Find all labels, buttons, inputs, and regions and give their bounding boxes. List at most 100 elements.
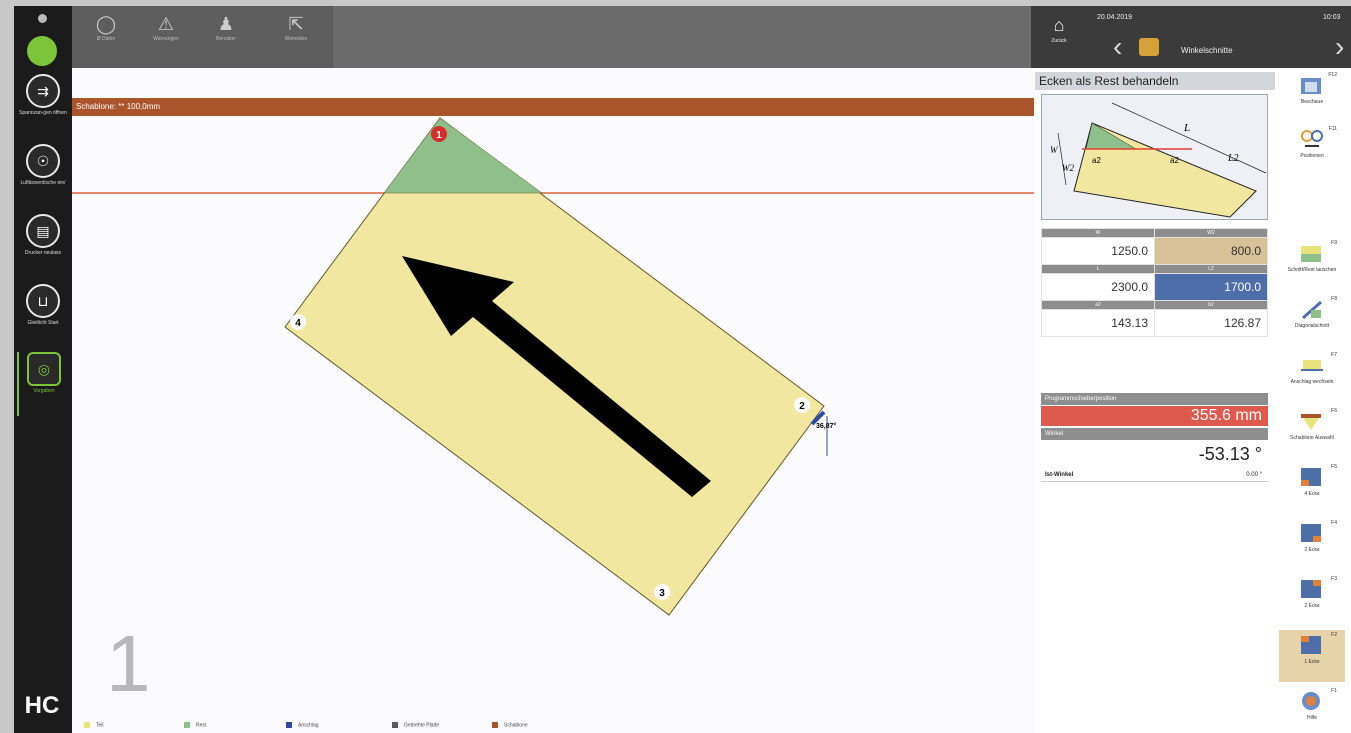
fkey-corner-2[interactable]: F3 2 Ecke: [1279, 574, 1345, 626]
sidebar-item-light[interactable]: ⊔ Gleitlicht Start: [17, 284, 69, 350]
status-green-icon: [27, 36, 57, 66]
template-icon: [1301, 414, 1321, 430]
toolbar-button-label: Warnungen: [153, 36, 179, 42]
header-cell: W2: [1154, 228, 1268, 238]
fkey-number: F7: [1331, 352, 1337, 358]
fkey-number: F9: [1331, 240, 1337, 246]
legend-swatch: [392, 722, 398, 728]
hc-logo: HC: [24, 692, 60, 719]
corner-3-label: 3: [659, 588, 665, 599]
toolbar-button-warnings[interactable]: ⚠ Warnungen: [136, 12, 196, 42]
sidebar-item-air-table[interactable]: ☉ Luftkissentische ein/: [17, 144, 69, 210]
toolbar-button-label: Ø Daten: [96, 36, 116, 42]
nav-next-icon[interactable]: ›: [1335, 32, 1344, 62]
fkey-number: F8: [1331, 296, 1337, 302]
table-row: 1250.0 800.0: [1041, 237, 1268, 265]
fkey-label: Schnitt/Rest tauschen: [1287, 267, 1337, 273]
diagram-svg: L L2 W W2 a2 a2: [1050, 102, 1267, 218]
angle-label: Winkel: [1041, 428, 1268, 440]
fkey-label: 3 Ecke: [1304, 547, 1320, 553]
table-row: 143.13 126.87: [1041, 309, 1268, 337]
legend-item: Anschlag: [286, 722, 319, 728]
home-label: Zurück: [1051, 38, 1067, 44]
toolbar-button-logout[interactable]: ⇱ Abmelden: [266, 12, 326, 42]
time-display: 10:03: [1323, 14, 1341, 21]
nav-panel: ⌂ Zurück 20.04.2019 10:03 ‹ Winkelschnit…: [1031, 6, 1351, 68]
function-key-column: F12 Beschaue F11 Positionen F9 Schnitt/R…: [1277, 68, 1351, 733]
swap-icon: [1301, 246, 1321, 262]
value-cell[interactable]: 143.13: [1041, 309, 1155, 337]
value-cell[interactable]: 800.0: [1154, 237, 1268, 265]
home-button[interactable]: ⌂ Zurück: [1039, 12, 1079, 44]
screen-title: Winkelschnitte: [1181, 46, 1233, 55]
left-sidebar: ⇉ Spannzan-gen öffnen ☉ Luftkissentische…: [14, 6, 72, 733]
toolbar-button-user[interactable]: ♟ Benutzer: [196, 12, 256, 42]
angle-value: -53.13 °: [1198, 444, 1262, 464]
plate-rest: [383, 117, 543, 194]
legend-swatch: [492, 722, 498, 728]
legend-swatch: [84, 722, 90, 728]
value-cell[interactable]: 1250.0: [1041, 237, 1155, 265]
fkey-label: 4 Ecke: [1304, 491, 1320, 497]
corner-4-icon: [1301, 468, 1321, 486]
sidebar-item-label: Spannzan-gen öffnen: [19, 110, 67, 116]
fkey-number: F4: [1331, 520, 1337, 526]
home-icon: ⌂: [1053, 15, 1065, 35]
svg-text:W2: W2: [1062, 163, 1074, 173]
nav-prev-icon[interactable]: ‹: [1113, 32, 1122, 62]
positions-icon: [1301, 130, 1323, 147]
legend-item: Rest: [184, 722, 206, 728]
angle-label: 36,87°: [816, 422, 837, 430]
air-table-icon: ☉: [26, 144, 60, 178]
fkey-label: 2 Ecke: [1304, 603, 1320, 609]
corner-1-label: 1: [436, 130, 442, 141]
fkey-help[interactable]: F1 Hilfe: [1279, 686, 1345, 733]
sidebar-item-printer[interactable]: ▤ Drucker neulass: [17, 214, 69, 280]
svg-text:W: W: [1050, 145, 1059, 155]
sidebar-item-label: Luftkissentische ein/: [20, 180, 66, 186]
corner-1-icon: [1301, 636, 1321, 654]
fkey-diagonal[interactable]: F8 Diagonalschnitt: [1279, 294, 1345, 346]
cutting-drawing: 1 2 3 4 36,87°: [72, 117, 1034, 616]
fkey-number: F5: [1331, 464, 1337, 470]
fkey-number: F3: [1331, 576, 1337, 582]
value-cell[interactable]: 1700.0: [1154, 273, 1268, 301]
fkey-corner-4[interactable]: F5 4 Ecke: [1279, 462, 1345, 514]
fkey-swap[interactable]: F9 Schnitt/Rest tauschen: [1279, 238, 1345, 290]
legend-swatch: [184, 722, 190, 728]
template-bar: Schablone: ** 100,0mm: [72, 98, 1034, 116]
status-indicator: [33, 14, 53, 34]
svg-text:a2: a2: [1170, 156, 1179, 165]
panel-title: Ecken als Rest behandeln: [1035, 72, 1275, 90]
header-cell: W: [1041, 228, 1155, 238]
toolbar-button-data[interactable]: ◯ Ø Daten: [76, 12, 136, 42]
fkey-number: F2: [1331, 632, 1337, 638]
fkey-schablone[interactable]: F6 Schablone Auswahl: [1279, 406, 1345, 458]
sidebar-item-clamps[interactable]: ⇉ Spannzan-gen öffnen: [17, 74, 69, 140]
fkey-label: Anschlag wechseln: [1290, 379, 1334, 385]
legend-label: Teil: [96, 722, 104, 729]
corner-3-icon: [1301, 524, 1321, 542]
toolbar-button-label: Abmelden: [284, 36, 308, 42]
fkey-beschaue[interactable]: F12 Beschaue: [1279, 70, 1345, 122]
fkey-number: F12: [1328, 72, 1337, 78]
value-cell[interactable]: 126.87: [1154, 309, 1268, 337]
toolbar-button-label: Benutzer: [215, 36, 236, 42]
header-cell: L2: [1154, 264, 1268, 274]
header-cell: L: [1041, 264, 1155, 274]
fkey-label: Beschaue: [1300, 99, 1324, 105]
fkey-corner-1[interactable]: F2 1 Ecke: [1279, 630, 1345, 682]
fkey-label: 1 Ecke: [1304, 659, 1320, 665]
date-display: 20.04.2019: [1097, 14, 1133, 21]
corner-number: 1: [106, 619, 151, 708]
fkey-positionen[interactable]: F11 Positionen: [1279, 124, 1345, 176]
light-icon: ⊔: [26, 284, 60, 318]
value-cell[interactable]: 2300.0: [1041, 273, 1155, 301]
fkey-corner-3[interactable]: F4 3 Ecke: [1279, 518, 1345, 570]
fkey-label: Schablone Auswahl: [1290, 435, 1334, 441]
fkey-number: F1: [1331, 688, 1337, 694]
user-icon: ♟: [217, 14, 235, 34]
sidebar-item-vorgaben[interactable]: ◎ Vorgaben: [17, 352, 69, 416]
view-icon: [1301, 78, 1321, 94]
fkey-anschlag[interactable]: F7 Anschlag wechseln: [1279, 350, 1345, 402]
